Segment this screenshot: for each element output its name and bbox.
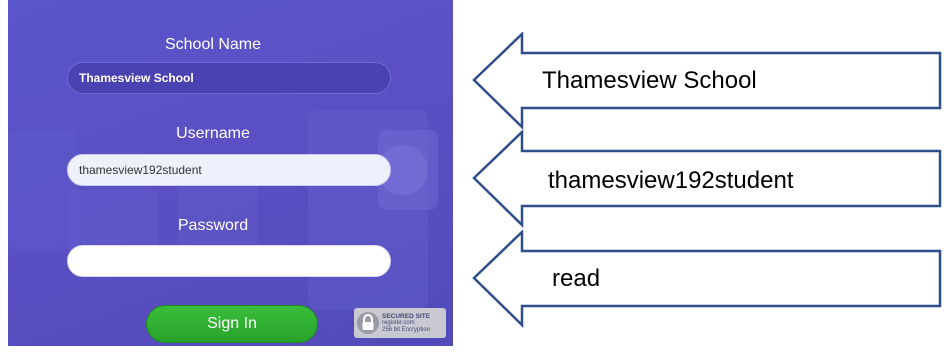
- username-field[interactable]: thamesview192student: [67, 154, 391, 186]
- username-value: thamesview192student: [79, 163, 202, 177]
- password-annotation: read: [552, 265, 601, 292]
- school-name-field[interactable]: Thamesview School: [67, 62, 391, 94]
- badge-line-1: SECURED SITE: [382, 312, 431, 320]
- padlock-icon: [357, 312, 379, 334]
- left-arrow-shape: [472, 230, 942, 328]
- username-label: Username: [176, 125, 250, 142]
- login-panel: School Name Thamesview School Username t…: [8, 0, 453, 346]
- password-label: Password: [177, 217, 249, 234]
- username-annotation: thamesview192student: [548, 167, 794, 194]
- password-field[interactable]: [67, 245, 391, 277]
- password-arrow: read: [470, 230, 946, 328]
- username-arrow: thamesview192student: [470, 130, 946, 228]
- stage: School Name Thamesview School Username t…: [0, 0, 946, 354]
- badge-text: SECURED SITE register.com 256 bit Encryp…: [382, 313, 430, 334]
- school-name-arrow: Thamesview School: [470, 32, 946, 130]
- sign-in-button[interactable]: Sign In: [146, 305, 318, 343]
- school-name-value: Thamesview School: [79, 71, 194, 85]
- secured-site-badge[interactable]: SECURED SITE register.com 256 bit Encryp…: [354, 308, 446, 338]
- badge-line-3: 256 bit Encryption: [382, 326, 431, 333]
- badge-line-2: register.com: [382, 319, 415, 326]
- school-name-annotation: Thamesview School: [542, 67, 757, 94]
- school-name-label: School Name: [164, 36, 262, 53]
